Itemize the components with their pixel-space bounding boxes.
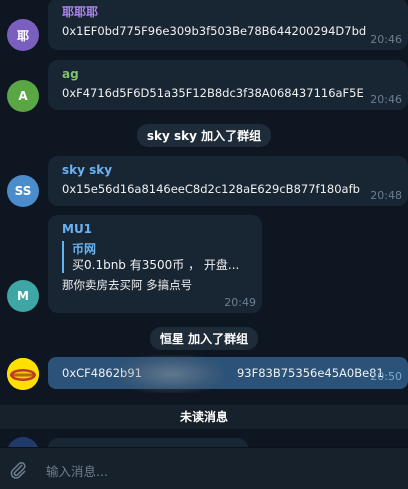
reply-quote[interactable]: 币网 买0.1bnb 有3500币 ， 开盘... <box>62 241 252 273</box>
join-notice: 恒星 加入了群组 <box>149 327 259 350</box>
sender-name[interactable]: 耶耶耶 <box>62 4 398 20</box>
service-message: sky sky 加入了群组 <box>0 124 408 147</box>
message-text: 0xCF4862b91 93F83B75356e45A0Be81 <box>62 366 384 380</box>
chat-history[interactable]: 耶 耶耶耶 0x1EF0bd775F96e309b3f503Be78B64420… <box>0 0 408 447</box>
avatar-image <box>7 358 39 390</box>
avatar[interactable]: A <box>7 80 39 112</box>
message-time: 20:46 <box>370 33 402 46</box>
sender-name[interactable]: sky sky <box>62 162 398 178</box>
message-time: 20:50 <box>370 370 402 383</box>
avatar[interactable]: 耶 <box>7 19 39 51</box>
message-text: 0xF4716d5F6D51a35F12B8dc3f38A068437116aF… <box>62 86 364 100</box>
message-bubble[interactable] <box>48 438 248 447</box>
avatar-initials: 耶 <box>16 28 29 43</box>
unread-label: 未读消息 <box>179 410 228 424</box>
message-text: 那你卖房去买阿 多搞点号 <box>62 278 193 292</box>
unread-divider: 未读消息 <box>0 405 408 429</box>
message-bubble[interactable]: 耶耶耶 0x1EF0bd775F96e309b3f503Be78B6442002… <box>48 0 408 50</box>
quote-text: 买0.1bnb 有3500币 ， 开盘... <box>72 258 240 272</box>
message-bubble[interactable]: MU1 币网 买0.1bnb 有3500币 ， 开盘... 那你卖房去买阿 多搞… <box>48 215 262 313</box>
join-notice: sky sky 加入了群组 <box>136 124 272 147</box>
avatar-initials: SS <box>14 184 32 198</box>
message-text: 0x15e56d16a8146eeC8d2c128aE629cB877f180a… <box>62 182 360 196</box>
quote-sender: 币网 <box>72 242 97 256</box>
message-time: 20:49 <box>224 296 256 309</box>
avatar-initials: A <box>18 89 28 103</box>
message-bubble[interactable]: 0xCF4862b91 93F83B75356e45A0Be81 20:50 <box>48 357 408 389</box>
message-time: 20:48 <box>370 189 402 202</box>
avatar[interactable]: M <box>7 280 39 312</box>
blurred-overlay <box>118 355 224 393</box>
avatar[interactable] <box>7 437 39 447</box>
message-bubble[interactable]: ag 0xF4716d5F6D51a35F12B8dc3f38A06843711… <box>48 60 408 110</box>
message-bubble[interactable]: sky sky 0x15e56d16a8146eeC8d2c128aE629cB… <box>48 156 408 206</box>
message-time: 20:46 <box>370 93 402 106</box>
message-input[interactable]: 输入消息... <box>46 461 108 480</box>
service-message: 恒星 加入了群组 <box>0 327 408 350</box>
avatar[interactable]: SS <box>7 175 39 207</box>
sender-name[interactable]: MU1 <box>62 221 252 237</box>
paperclip-icon[interactable] <box>8 460 28 480</box>
avatar-initials: M <box>17 289 29 303</box>
avatar[interactable] <box>7 358 39 390</box>
message-text: 0x1EF0bd775F96e309b3f503Be78B644200294D7… <box>62 24 367 38</box>
message-composer: 输入消息... <box>0 447 408 489</box>
sender-name[interactable]: ag <box>62 66 398 82</box>
